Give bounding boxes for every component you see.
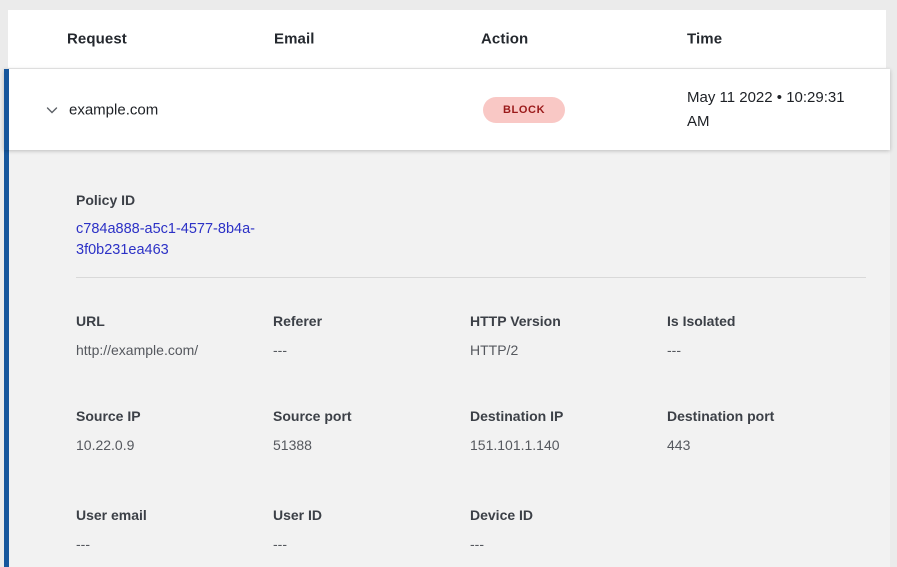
field-label: HTTP Version (470, 311, 660, 331)
row-request-value: example.com (69, 101, 158, 118)
field-destination-port: Destination port 443 (667, 406, 857, 455)
field-label: Source port (273, 406, 463, 426)
column-header-email: Email (274, 31, 315, 48)
row-detail-panel: Policy ID c784a888-a5c1-4577-8b4a-3f0b23… (4, 150, 890, 567)
policy-id-label: Policy ID (76, 190, 286, 210)
field-device-id: Device ID --- (470, 505, 660, 554)
table-row[interactable]: example.com BLOCK May 11 2022 • 10:29:31… (4, 69, 890, 150)
collapse-row-button[interactable] (42, 100, 62, 120)
detail-field-row: URL http://example.com/ Referer --- HTTP… (9, 311, 890, 361)
field-label: Destination port (667, 406, 857, 426)
field-is-isolated: Is Isolated --- (667, 311, 857, 360)
field-policy-id: Policy ID c784a888-a5c1-4577-8b4a-3f0b23… (76, 190, 286, 261)
field-user-email: User email --- (76, 505, 266, 554)
field-label: Is Isolated (667, 311, 857, 331)
field-destination-ip: Destination IP 151.101.1.140 (470, 406, 660, 455)
policy-id-link[interactable]: c784a888-a5c1-4577-8b4a-3f0b231ea463 (76, 219, 286, 261)
field-source-port: Source port 51388 (273, 406, 463, 455)
column-header-action: Action (481, 31, 528, 48)
row-time-value: May 11 2022 • 10:29:31 AM (687, 86, 862, 134)
chevron-down-icon (44, 102, 60, 118)
field-value: HTTP/2 (470, 340, 660, 360)
field-referer: Referer --- (273, 311, 463, 360)
field-label: Destination IP (470, 406, 660, 426)
action-block-badge: BLOCK (483, 97, 565, 123)
field-value: --- (470, 534, 660, 554)
table-header: Request Email Action Time (8, 10, 886, 68)
field-value: --- (273, 534, 463, 554)
field-value: 151.101.1.140 (470, 435, 660, 455)
field-label: URL (76, 311, 266, 331)
field-label: User email (76, 505, 266, 525)
field-user-id: User ID --- (273, 505, 463, 554)
field-value: 51388 (273, 435, 463, 455)
field-value: --- (273, 340, 463, 360)
field-value: 443 (667, 435, 857, 455)
detail-field-row: Source IP 10.22.0.9 Source port 51388 De… (9, 406, 890, 456)
field-url: URL http://example.com/ (76, 311, 266, 360)
field-value: http://example.com/ (76, 340, 266, 360)
column-header-time: Time (687, 31, 722, 48)
field-http-version: HTTP Version HTTP/2 (470, 311, 660, 360)
column-header-request: Request (67, 31, 127, 48)
field-value: --- (667, 340, 857, 360)
field-label: Source IP (76, 406, 266, 426)
detail-field-row: User email --- User ID --- Device ID --- (9, 505, 890, 555)
field-value: 10.22.0.9 (76, 435, 266, 455)
field-label: Device ID (470, 505, 660, 525)
section-divider (76, 277, 866, 278)
field-label: Referer (273, 311, 463, 331)
field-label: User ID (273, 505, 463, 525)
field-source-ip: Source IP 10.22.0.9 (76, 406, 266, 455)
field-value: --- (76, 534, 266, 554)
